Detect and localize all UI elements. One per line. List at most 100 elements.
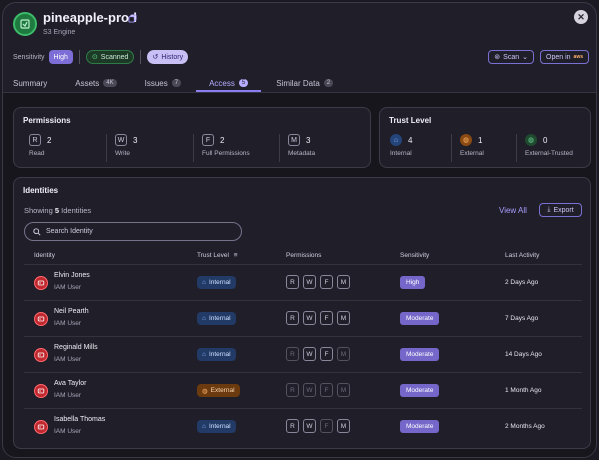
- close-button[interactable]: ✕: [574, 10, 588, 24]
- perm-count: 2: [47, 135, 52, 145]
- scan-button[interactable]: ⊚ Scan ⌄: [488, 50, 535, 64]
- scanned-label: Scanned: [100, 53, 129, 61]
- trust-badge: ◍ External: [197, 384, 240, 397]
- user-avatar-icon: [34, 384, 48, 398]
- search-input[interactable]: Search Identity: [24, 222, 242, 241]
- showing-count-text: Showing 5 Identities: [24, 206, 91, 215]
- perm-key: M: [288, 134, 300, 146]
- tab-label: Summary: [13, 78, 48, 88]
- globe-icon: ◍: [202, 387, 208, 395]
- permission-key: R: [286, 419, 299, 433]
- permission-keys: RWFM: [286, 347, 350, 361]
- tab-similar-data[interactable]: Similar Data 2: [276, 75, 334, 91]
- permission-key: W: [303, 383, 316, 397]
- identity-name: Elvin Jones: [54, 272, 90, 279]
- identity-name: Neil Pearth: [54, 308, 89, 315]
- permission-key: M: [337, 383, 350, 397]
- filter-icon: ≡: [233, 252, 238, 259]
- column-label: Trust Level: [197, 252, 229, 259]
- permission-key: M: [337, 419, 350, 433]
- close-icon: ✕: [577, 11, 585, 22]
- open-in-button[interactable]: Open in aws: [540, 50, 589, 64]
- copy-icon[interactable]: [128, 14, 137, 23]
- table-row[interactable]: Elvin Jones IAM User ⌂ Internal RWFM Hig…: [24, 264, 582, 300]
- permission-key: R: [286, 347, 299, 361]
- last-activity: 14 Days Ago: [505, 351, 542, 358]
- tab-issues[interactable]: Issues 7: [145, 75, 182, 91]
- divider: [516, 134, 517, 162]
- trust-level-card: Trust Level ⌂ 4 Internal ◍ 1 External ◍ 0 E…: [379, 107, 591, 168]
- tab-count: 5: [238, 79, 249, 87]
- showing-suffix: Identities: [61, 206, 92, 215]
- divider: [451, 134, 452, 162]
- tab-access[interactable]: Access 5: [209, 75, 249, 91]
- identity-role: IAM User: [54, 320, 82, 327]
- identity-name: Ava Taylor: [54, 380, 87, 387]
- permission-keys: RWFM: [286, 383, 350, 397]
- perm-metadata: M3 Metadata: [288, 134, 315, 162]
- history-button[interactable]: ↺ History: [147, 50, 189, 64]
- permission-keys: RWFM: [286, 419, 350, 433]
- last-activity: 2 Days Ago: [505, 279, 539, 286]
- trust-badge-label: Internal: [208, 423, 231, 430]
- sensitivity-badge: High: [48, 50, 73, 64]
- tab-assets[interactable]: Assets 4K: [75, 75, 117, 91]
- view-all-link[interactable]: View All: [499, 206, 527, 215]
- showing-count: 5: [54, 206, 60, 215]
- perm-read: R2 Read: [29, 134, 51, 162]
- export-button[interactable]: ⤓ Export: [539, 203, 582, 217]
- showing-prefix: Showing: [24, 206, 53, 215]
- identities-title: Identities: [23, 186, 59, 195]
- tab-count: 7: [171, 79, 182, 87]
- column-identity[interactable]: Identity: [34, 252, 55, 259]
- tab-label: Similar Data: [276, 78, 320, 88]
- table-row[interactable]: Ava Taylor IAM User ◍ External RWFM Mode…: [24, 372, 582, 408]
- permission-key: R: [286, 383, 299, 397]
- trust-title: Trust Level: [389, 116, 432, 125]
- perm-label: Full Permissions: [202, 150, 250, 157]
- sensitivity-label: Sensitivity: [13, 53, 45, 61]
- trust-badge: ⌂ Internal: [197, 420, 236, 433]
- table-header: Identity Trust Level ≡ Permissions Sensi…: [24, 250, 582, 264]
- search-placeholder: Search Identity: [46, 228, 93, 235]
- table-row[interactable]: Reginald Mills IAM User ⌂ Internal RWFM …: [24, 336, 582, 372]
- permission-key: F: [320, 419, 333, 433]
- perm-label: Read: [29, 150, 45, 157]
- aws-icon: aws: [573, 54, 583, 60]
- building-icon: ⌂: [390, 134, 402, 146]
- sensitivity-badge: Moderate: [400, 348, 440, 361]
- permission-keys: RWFM: [286, 311, 350, 325]
- permissions-card: Permissions R2 Read W3 Write F2 Full Per…: [13, 107, 371, 168]
- permission-key: W: [303, 419, 316, 433]
- user-avatar-icon: [34, 312, 48, 326]
- building-icon: ⌂: [202, 315, 206, 322]
- tab-count: 2: [323, 79, 334, 87]
- permission-keys: RWFM: [286, 275, 350, 289]
- trust-external: ◍ 1 External: [460, 134, 484, 162]
- permission-key: F: [320, 383, 333, 397]
- permission-key: M: [337, 311, 350, 325]
- divider: [279, 134, 280, 162]
- table-row[interactable]: Isabella Thomas IAM User ⌂ Internal RWFM…: [24, 408, 582, 444]
- perm-count: 3: [133, 135, 138, 145]
- trust-badge-label: Internal: [208, 279, 231, 286]
- column-last-activity[interactable]: Last Activity: [505, 252, 539, 259]
- s3-bucket-icon: [13, 12, 37, 36]
- perm-key: W: [115, 134, 127, 146]
- column-trust-level[interactable]: Trust Level ≡: [197, 252, 238, 259]
- scanned-badge: ⊙ Scanned: [85, 50, 135, 64]
- perm-write: W3 Write: [115, 134, 137, 162]
- table-row[interactable]: Neil Pearth IAM User ⌂ Internal RWFM Mod…: [24, 300, 582, 336]
- trust-internal: ⌂ 4 Internal: [390, 134, 412, 162]
- sensitivity-badge: High: [400, 276, 426, 289]
- column-sensitivity[interactable]: Sensitivity: [400, 252, 429, 259]
- identities-card: Identities Showing 5 Identities View All…: [13, 177, 591, 449]
- column-permissions[interactable]: Permissions: [286, 252, 321, 259]
- meta-bar: Sensitivity High ⊙ Scanned ↺ History ⊚ S…: [13, 49, 589, 65]
- tab-summary[interactable]: Summary: [13, 75, 47, 91]
- access-panel: Permissions R2 Read W3 Write F 2 Full Per…: [3, 93, 596, 457]
- trust-badge-label: External: [210, 387, 235, 394]
- divider: [106, 134, 107, 162]
- perm-count: 3: [306, 135, 311, 145]
- building-icon: ⌂: [202, 279, 206, 286]
